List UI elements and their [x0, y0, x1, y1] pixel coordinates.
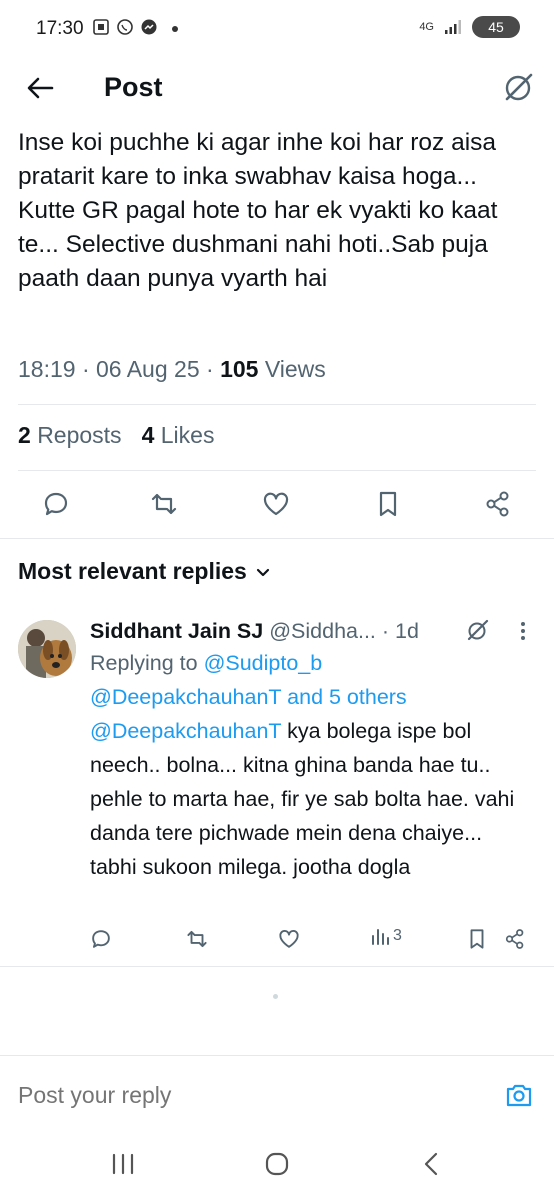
home-icon[interactable] [264, 1151, 290, 1177]
reply-item[interactable]: Siddhant Jain SJ @Siddha... · 1d Replyin… [90, 616, 530, 884]
replying-to-others-link[interactable]: and 5 others [287, 685, 407, 709]
system-icons: 4G 45 [419, 16, 520, 38]
reply-mention-link[interactable]: @DeepakchauhanT [90, 719, 281, 743]
battery-level: 45 [488, 19, 504, 35]
reply-views-count: 3 [393, 927, 402, 944]
bookmark-icon[interactable] [466, 928, 488, 950]
likes-label: Likes [160, 422, 215, 448]
divider [0, 538, 554, 539]
post-actions [0, 478, 554, 530]
grok-icon[interactable] [466, 618, 490, 642]
notification-icons [92, 18, 158, 36]
reply-age: 1d [395, 619, 419, 643]
reply-author-handle[interactable]: @Siddha... [269, 619, 376, 643]
whatsapp-icon [117, 19, 133, 35]
share-icon[interactable] [504, 928, 526, 950]
reply-views[interactable]: 3 [370, 926, 402, 946]
repost-icon[interactable] [186, 928, 208, 950]
reply-author-name[interactable]: Siddhant Jain SJ [90, 619, 263, 643]
like-heart-icon[interactable] [278, 928, 300, 950]
back-nav-icon[interactable] [420, 1151, 444, 1177]
share-icon[interactable] [484, 490, 512, 518]
replying-to: Replying to @Sudipto_b @DeepakchauhanT a… [90, 646, 530, 714]
replies-sort-dropdown[interactable]: Most relevant replies [18, 558, 271, 585]
camera-icon[interactable] [504, 1080, 534, 1110]
recent-apps-icon[interactable] [110, 1152, 136, 1176]
loading-indicator [273, 994, 278, 999]
bookmark-icon[interactable] [374, 490, 402, 518]
reposts-label: Reposts [37, 422, 122, 448]
status-bar: 17:30 4G 45 [0, 0, 554, 60]
reply-icon[interactable] [42, 490, 70, 518]
signal-icon [445, 20, 461, 34]
post-time: 18:19 [18, 356, 76, 382]
analytics-icon [372, 929, 389, 945]
divider [18, 404, 536, 405]
likes-count: 4 [141, 422, 155, 448]
replies-section-title: Most relevant replies [18, 558, 247, 584]
post-text: Inse koi puchhe ki agar inhe koi har roz… [18, 129, 498, 292]
views-count: 105 [220, 356, 259, 382]
status-time: 17:30 [36, 18, 84, 39]
system-nav-bar [0, 1128, 554, 1200]
post-meta: 18:19 · 06 Aug 25 · 105 Views [18, 356, 326, 382]
reply-actions: 3 [90, 926, 530, 954]
grok-icon[interactable] [502, 70, 536, 104]
messenger-icon [141, 19, 157, 35]
divider [0, 966, 554, 967]
back-arrow-icon[interactable] [24, 72, 56, 104]
post-stats: 2 Reposts 4 Likes [18, 422, 214, 449]
likes-stat[interactable]: 4 Likes [142, 422, 215, 449]
avatar[interactable] [18, 620, 76, 678]
more-options-icon[interactable] [516, 620, 530, 642]
battery-indicator: 45 [472, 16, 520, 38]
views-label: Views [264, 356, 326, 382]
network-type: 4G [419, 21, 434, 33]
screenshot-icon [93, 19, 109, 35]
replying-to-link[interactable]: @DeepakchauhanT [90, 685, 281, 709]
like-heart-icon[interactable] [262, 490, 290, 518]
reposts-stat[interactable]: 2 Reposts [18, 422, 122, 449]
page-title: Post [104, 72, 163, 102]
repost-icon[interactable] [150, 490, 178, 518]
reply-body: kya bolega ispe bol neech.. bolna... kit… [90, 719, 515, 879]
divider [18, 470, 536, 471]
replying-to-link[interactable]: @Sudipto_b [204, 651, 323, 675]
reply-text: @DeepakchauhanT kya bolega ispe bol neec… [90, 714, 530, 884]
composer-divider [0, 1055, 554, 1056]
notification-dot [172, 26, 178, 32]
avatar-photo [18, 620, 76, 678]
post-date: 06 Aug 25 [96, 356, 200, 382]
reply-input[interactable] [18, 1082, 438, 1109]
chevron-down-icon [256, 568, 269, 576]
reply-icon[interactable] [90, 928, 112, 950]
reply-header: Siddhant Jain SJ @Siddha... · 1d [90, 619, 419, 643]
replying-to-prefix: Replying to [90, 651, 198, 675]
reposts-count: 2 [18, 422, 31, 448]
